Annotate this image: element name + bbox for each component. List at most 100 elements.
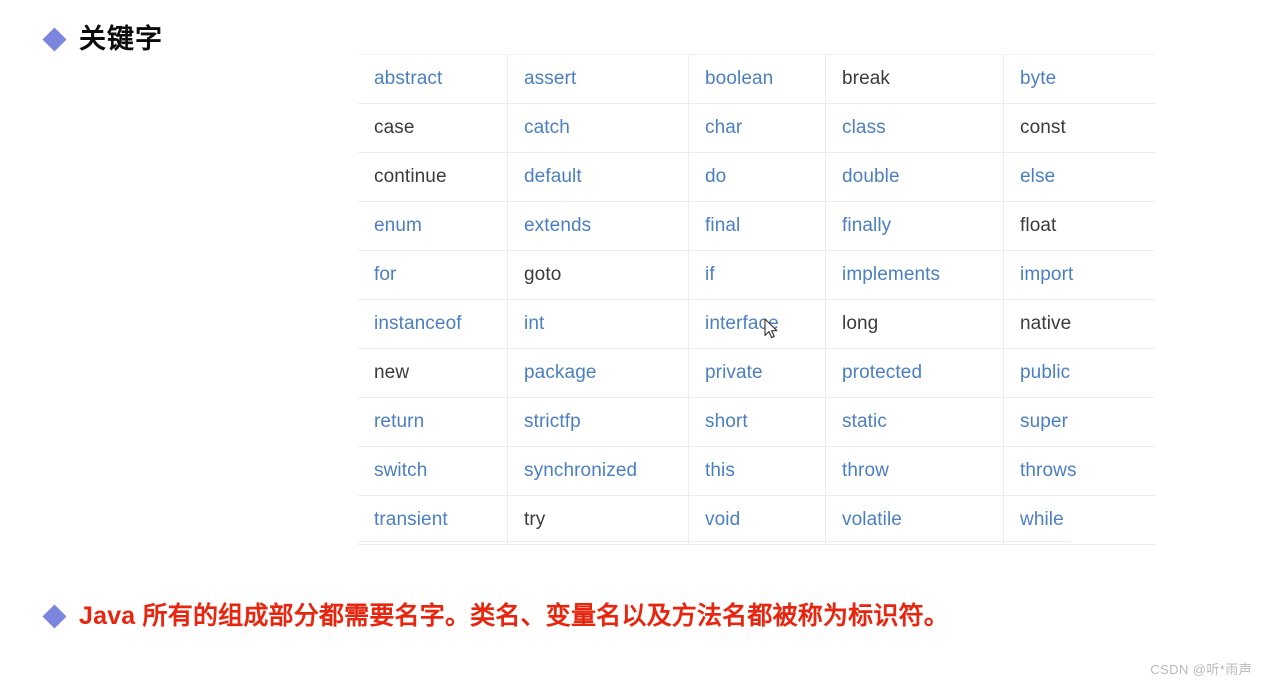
keyword-label: native <box>1020 313 1072 334</box>
keyword-cell[interactable]: package <box>507 348 689 398</box>
keyword-label: throw <box>842 460 889 481</box>
keyword-label: const <box>1020 117 1066 138</box>
keyword-label: synchronized <box>524 460 638 481</box>
keyword-cell[interactable]: assert <box>507 54 689 104</box>
section-heading: 关键字 <box>42 24 163 54</box>
keyword-label: private <box>705 362 763 383</box>
keyword-cell[interactable]: boolean <box>688 54 826 104</box>
keyword-label: implements <box>842 264 941 285</box>
keyword-label: new <box>374 362 410 383</box>
keyword-cell[interactable]: switch <box>358 446 508 496</box>
keyword-cell[interactable]: strictfp <box>507 397 689 447</box>
table-row: abstract assert boolean break byte <box>358 54 1155 104</box>
keyword-label: do <box>705 166 727 187</box>
keyword-cell[interactable]: else <box>1003 152 1155 202</box>
keyword-label: char <box>705 117 743 138</box>
keyword-cell[interactable]: void <box>688 495 826 545</box>
identifier-note-text: Java 所有的组成部分都需要名字。类名、变量名以及方法名都被称为标识符。 <box>79 602 949 630</box>
csdn-watermark: CSDN @听*雨声 <box>1150 662 1252 677</box>
keyword-label: boolean <box>705 68 774 89</box>
keyword-cell[interactable]: for <box>358 250 508 300</box>
keyword-label: while <box>1020 509 1064 530</box>
keyword-cell[interactable]: catch <box>507 103 689 153</box>
keyword-label: double <box>842 166 900 187</box>
keyword-label: return <box>374 411 425 432</box>
keyword-cell[interactable]: class <box>825 103 1004 153</box>
keyword-label: enum <box>374 215 422 236</box>
keyword-cell[interactable]: short <box>688 397 826 447</box>
keyword-label: volatile <box>842 509 902 530</box>
table-row: case catch char class const <box>358 103 1155 153</box>
keyword-cell[interactable]: super <box>1003 397 1155 447</box>
diamond-bullet-icon <box>42 604 67 629</box>
keyword-label: this <box>705 460 735 481</box>
keyword-cell[interactable]: char <box>688 103 826 153</box>
keyword-label: catch <box>524 117 570 138</box>
keyword-cell: case <box>358 103 508 153</box>
keyword-cell[interactable]: volatile <box>825 495 1004 545</box>
keyword-cell[interactable]: return <box>358 397 508 447</box>
keyword-cell[interactable]: byte <box>1003 54 1155 104</box>
keyword-cell[interactable]: public <box>1003 348 1155 398</box>
keyword-cell[interactable]: transient <box>358 495 508 545</box>
table-row: switch synchronized this throw throws <box>358 446 1155 496</box>
keyword-cell[interactable]: final <box>688 201 826 251</box>
table-row: new package private protected public <box>358 348 1155 398</box>
keyword-label: final <box>705 215 741 236</box>
keyword-label: interface <box>705 313 779 334</box>
keyword-cell[interactable]: do <box>688 152 826 202</box>
keyword-label: goto <box>524 264 562 285</box>
keyword-cell: float <box>1003 201 1155 251</box>
keyword-label: short <box>705 411 748 432</box>
keyword-cell[interactable]: synchronized <box>507 446 689 496</box>
keyword-label: import <box>1020 264 1074 285</box>
keyword-cell: continue <box>358 152 508 202</box>
keyword-cell[interactable]: default <box>507 152 689 202</box>
keyword-label: package <box>524 362 597 383</box>
keyword-cell: long <box>825 299 1004 349</box>
keyword-label: static <box>842 411 887 432</box>
keyword-cell[interactable]: extends <box>507 201 689 251</box>
keyword-cell[interactable]: import <box>1003 250 1155 300</box>
keyword-table-body: abstract assert boolean break byte case catch c… <box>358 54 1155 545</box>
keyword-cell[interactable]: interface <box>688 299 826 349</box>
keyword-cell: try <box>507 495 689 545</box>
keyword-cell[interactable]: int <box>507 299 689 349</box>
keyword-cell[interactable]: if <box>688 250 826 300</box>
keyword-label: strictfp <box>524 411 581 432</box>
keyword-cell[interactable]: this <box>688 446 826 496</box>
keyword-label: if <box>705 264 715 285</box>
keyword-cell[interactable]: throws <box>1003 446 1155 496</box>
keyword-cell[interactable]: abstract <box>358 54 508 104</box>
keyword-label: transient <box>374 509 448 530</box>
keyword-label: float <box>1020 215 1057 236</box>
keyword-label: instanceof <box>374 313 462 334</box>
keyword-label: throws <box>1020 460 1077 481</box>
diamond-bullet-icon <box>42 27 67 52</box>
page-title: 关键字 <box>79 24 163 54</box>
keyword-cell[interactable]: implements <box>825 250 1004 300</box>
keyword-cell[interactable]: throw <box>825 446 1004 496</box>
keyword-label: assert <box>524 68 577 89</box>
keyword-label: public <box>1020 362 1071 383</box>
keyword-cell[interactable]: static <box>825 397 1004 447</box>
keyword-label: super <box>1020 411 1069 432</box>
identifier-note: Java 所有的组成部分都需要名字。类名、变量名以及方法名都被称为标识符。 <box>42 602 949 630</box>
keyword-label: class <box>842 117 886 138</box>
keyword-label: else <box>1020 166 1056 187</box>
keyword-cell[interactable]: while <box>1003 495 1155 545</box>
keyword-cell[interactable]: instanceof <box>358 299 508 349</box>
keyword-cell: goto <box>507 250 689 300</box>
keyword-label: extends <box>524 215 592 236</box>
keyword-label: break <box>842 68 891 89</box>
keyword-cell[interactable]: finally <box>825 201 1004 251</box>
java-keyword-table: abstract assert boolean break byte case catch c… <box>358 54 1155 545</box>
keyword-cell[interactable]: private <box>688 348 826 398</box>
keyword-label: default <box>524 166 582 187</box>
table-row: instanceof int interface long native <box>358 299 1155 349</box>
table-row: for goto if implements import <box>358 250 1155 300</box>
keyword-cell[interactable]: double <box>825 152 1004 202</box>
keyword-cell[interactable]: enum <box>358 201 508 251</box>
keyword-cell[interactable]: protected <box>825 348 1004 398</box>
keyword-label: void <box>705 509 741 530</box>
